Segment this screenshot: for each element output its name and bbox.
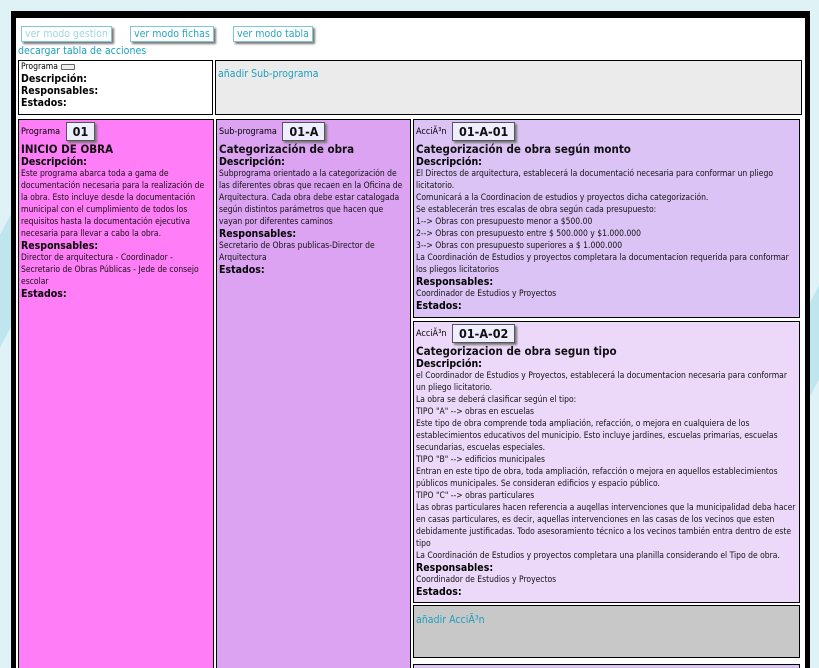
- subprogram-title: Categorización de obra: [219, 142, 355, 156]
- action-description-line: 1--> Obras con presupuesto menor a $500.…: [416, 217, 593, 227]
- actions-column: AcciÃ³n 01-A-01 Categorización de obra s…: [413, 119, 803, 668]
- subprogram-headline: Sub-programa 01-A: [219, 122, 408, 143]
- action-description-line: El Directos de arquitectura, establecerá…: [416, 169, 774, 191]
- program-title: INICIO DE OBRA: [21, 142, 114, 156]
- program-descripcion: Este programa abarca toda a gama de docu…: [21, 169, 205, 239]
- action-description-line: Las obras particulares hacen referencia …: [416, 503, 796, 549]
- estados-label: Estados:: [21, 97, 67, 109]
- action-description-line: TIPO "C" --> obras particulares: [416, 491, 535, 501]
- action-estados-label: Estados:: [416, 586, 462, 598]
- action-description-line: La obra se deberá clasificar según el ti…: [416, 395, 577, 405]
- action-responsables-label: Responsables:: [416, 562, 494, 574]
- add-subprogram-cell: añadir Sub-programa: [215, 60, 802, 115]
- subprogram-responsables-label: Responsables:: [219, 228, 297, 240]
- action-description-line: Se establecerán tres escalas de obra seg…: [416, 205, 657, 215]
- action-title: Categorización de obra según monto: [416, 142, 631, 156]
- action-description-line: Comunicará a la Coordinacion de estudios…: [416, 193, 709, 203]
- action-card: AcciÃ³n 01-A-01 Categorización de obra s…: [413, 119, 800, 318]
- action-responsables-label: Responsables:: [416, 276, 494, 288]
- view-gestion-button[interactable]: ver modo gestion: [21, 26, 112, 42]
- subprogram-estados-label: Estados:: [219, 264, 265, 276]
- program-responsables-label: Responsables:: [21, 240, 99, 252]
- header-row: Programa Descripción: Responsables: Esta…: [18, 60, 803, 115]
- program-estados-label: Estados:: [21, 288, 67, 300]
- subprogram-responsables: Secretario de Obras publicas-Director de…: [219, 241, 375, 263]
- next-action-card: [413, 664, 800, 668]
- content-area: ver modo gestion ver modo fichas ver mod…: [16, 18, 805, 668]
- action-label: AcciÃ³n: [416, 127, 447, 137]
- subprogram-card: Sub-programa 01-A Categorización de obra…: [216, 119, 411, 668]
- subprogram-code: 01-A: [282, 122, 326, 141]
- program-responsables: Director de arquitectura - Coordinador -…: [21, 253, 199, 287]
- action-description-line: Entran en este tipo de obra, toda amplia…: [416, 467, 778, 489]
- add-subprogram-link[interactable]: añadir Sub-programa: [218, 68, 319, 80]
- view-tabla-button[interactable]: ver modo tabla: [233, 26, 313, 42]
- programa-label: Programa: [21, 62, 58, 72]
- action-headline: AcciÃ³n 01-A-01: [416, 122, 797, 143]
- program-card: Programa 01 INICIO DE OBRA Descripción: …: [18, 119, 214, 668]
- action-card: AcciÃ³n 01-A-02 Categorizacion de obra s…: [413, 321, 800, 603]
- action-code: 01-A-02: [452, 324, 516, 343]
- action-responsables: Coordinador de Estudios y Proyectos: [416, 289, 557, 299]
- action-description-line: el Coordinador de Estudios y Proyectos, …: [416, 371, 787, 393]
- program-headline: Programa 01: [21, 122, 211, 143]
- action-label: AcciÃ³n: [416, 329, 447, 339]
- action-description-line: 3--> Obras con presupuesto superiores a …: [416, 241, 623, 251]
- action-description-line: La Coordinación de Estudios y proyectos …: [416, 253, 789, 275]
- action-estados-label: Estados:: [416, 300, 462, 312]
- program-descripcion-label: Descripción:: [21, 156, 87, 168]
- action-responsables: Coordinador de Estudios y Proyectos: [416, 575, 557, 585]
- action-headline: AcciÃ³n 01-A-02: [416, 324, 797, 345]
- download-table-link[interactable]: decargar tabla de acciones: [18, 45, 146, 57]
- action-description-line: La Coordinación de Estudios y proyectos …: [416, 551, 780, 561]
- programa-select-button[interactable]: [60, 63, 75, 70]
- program-code: 01: [65, 122, 96, 141]
- view-fichas-button[interactable]: ver modo fichas: [130, 26, 214, 42]
- subprogram-descripcion: Subprograma orientado a la categorizació…: [219, 169, 403, 227]
- program-header-cell: Programa Descripción: Responsables: Esta…: [18, 60, 213, 115]
- responsables-label: Responsables:: [21, 85, 99, 97]
- add-action-cell: añadir AcciÃ³n: [413, 605, 800, 658]
- subprogram-label: Sub-programa: [219, 127, 277, 137]
- action-description-line: 2--> Obras con presupuesto entre $ 500.0…: [416, 229, 642, 239]
- page-frame: ver modo gestion ver modo fichas ver mod…: [11, 11, 810, 668]
- program-label: Programa: [21, 127, 61, 137]
- action-descripcion-label: Descripción:: [416, 156, 482, 168]
- subprogram-descripcion-label: Descripción:: [219, 156, 285, 168]
- action-descripcion-label: Descripción:: [416, 358, 482, 370]
- action-description-line: TIPO "B" --> edificios municipales: [416, 455, 545, 465]
- descripcion-label: Descripción:: [21, 73, 87, 85]
- action-description-line: Este tipo de obra comprende toda ampliac…: [416, 419, 778, 453]
- action-title: Categorizacion de obra segun tipo: [416, 344, 617, 358]
- action-code: 01-A-01: [452, 122, 516, 141]
- add-action-link[interactable]: añadir AcciÃ³n: [416, 614, 485, 626]
- action-description-line: TIPO "A" --> obras en escuelas: [416, 407, 535, 417]
